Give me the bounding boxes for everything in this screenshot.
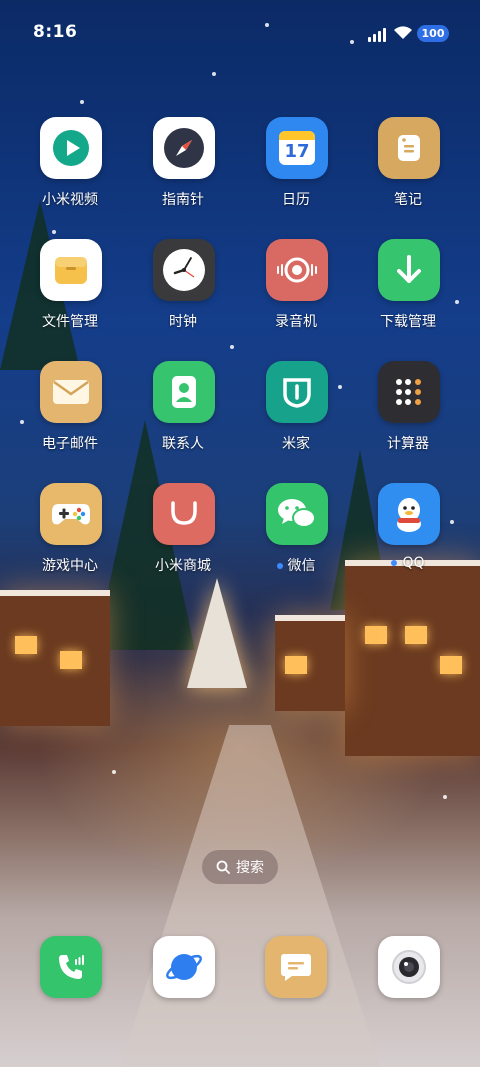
phone-icon <box>59 955 84 979</box>
app-qq[interactable]: QQ <box>358 483 458 595</box>
search-label: 搜索 <box>236 860 264 876</box>
app-label-wrap: QQ <box>358 555 458 571</box>
camera-icon <box>392 950 426 984</box>
app-file-manager[interactable]: 文件管理 <box>20 239 120 351</box>
app-label: 文件管理 <box>42 314 98 330</box>
app-clock[interactable]: 时钟 <box>133 239 233 351</box>
wallpaper-cabin-mid <box>275 615 345 711</box>
dock-messages[interactable] <box>265 936 327 998</box>
battery-indicator: 100 <box>417 25 449 42</box>
wallpaper-snow-road <box>120 725 380 1067</box>
qq-penguin-icon <box>378 483 440 545</box>
app-label: 录音机 <box>275 314 317 330</box>
calendar-day: 17 <box>284 141 310 162</box>
app-downloads[interactable]: 下载管理 <box>358 239 458 351</box>
app-label: 游戏中心 <box>42 558 98 574</box>
battery-level: 100 <box>421 27 445 40</box>
store-bag-icon <box>153 483 215 545</box>
folder-icon <box>40 239 102 301</box>
new-badge-dot <box>391 560 398 566</box>
app-label-wrap: 微信 <box>246 555 346 575</box>
app-mi-home[interactable]: 米家 <box>246 361 346 473</box>
app-calendar[interactable]: 17 日历 <box>246 117 346 229</box>
recorder-icon <box>266 239 328 301</box>
mi-home-icon <box>266 361 328 423</box>
app-recorder[interactable]: 录音机 <box>246 239 346 351</box>
app-label: 微信 <box>287 558 316 574</box>
compass-icon <box>153 117 215 179</box>
app-mi-store[interactable]: 小米商城 <box>133 483 233 595</box>
app-calculator[interactable]: 计算器 <box>358 361 458 473</box>
cellular-signal-icon <box>368 26 388 42</box>
search-pill[interactable]: 搜索 <box>202 850 278 884</box>
mail-icon <box>40 361 102 423</box>
dock-camera[interactable] <box>378 936 440 998</box>
notes-icon <box>378 117 440 179</box>
app-label: 联系人 <box>162 436 204 452</box>
new-badge-dot <box>276 563 283 569</box>
clock-icon <box>153 239 215 301</box>
app-label: 计算器 <box>387 436 429 452</box>
download-icon <box>378 239 440 301</box>
contacts-icon <box>153 361 215 423</box>
app-compass[interactable]: 指南针 <box>133 117 233 229</box>
search-icon <box>216 860 230 874</box>
app-contacts[interactable]: 联系人 <box>133 361 233 473</box>
status-bar: 8:16 100 <box>0 0 480 66</box>
dock-browser[interactable] <box>153 936 215 998</box>
app-wechat[interactable]: 微信 <box>246 483 346 595</box>
app-mi-video[interactable]: 小米视频 <box>20 117 120 229</box>
app-game-center[interactable]: 游戏中心 <box>20 483 120 595</box>
app-notes[interactable]: 笔记 <box>358 117 458 229</box>
message-icon <box>281 954 311 981</box>
dock-phone[interactable] <box>40 936 102 998</box>
gamepad-icon <box>40 483 102 545</box>
app-label: 指南针 <box>162 192 204 208</box>
status-time: 8:16 <box>33 22 78 42</box>
calendar-icon: 17 <box>266 117 328 179</box>
wifi-icon <box>393 24 413 40</box>
app-label: 小米商城 <box>155 558 211 574</box>
app-label: 时钟 <box>169 314 197 330</box>
app-label: 米家 <box>282 436 310 452</box>
calculator-icon <box>378 361 440 423</box>
app-label: QQ <box>402 555 425 571</box>
wallpaper-cabin-left <box>0 590 110 726</box>
browser-planet-icon <box>166 954 202 980</box>
app-label: 小米视频 <box>42 192 98 208</box>
play-icon <box>40 117 102 179</box>
app-email[interactable]: 电子邮件 <box>20 361 120 473</box>
app-label: 电子邮件 <box>42 436 98 452</box>
wechat-icon <box>266 483 328 545</box>
app-label: 笔记 <box>394 192 422 208</box>
app-label: 下载管理 <box>380 314 436 330</box>
app-label: 日历 <box>282 192 310 208</box>
